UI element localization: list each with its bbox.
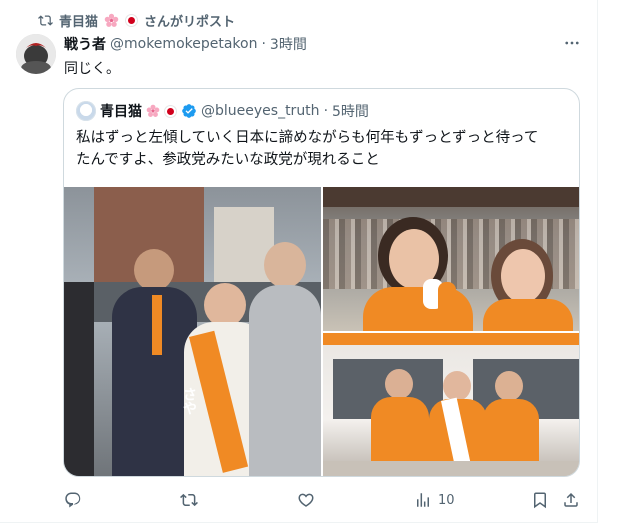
quoted-text-line-1: 私はずっと左傾していく日本に諦めながらも何年もずっとずっと待って bbox=[76, 130, 539, 146]
post-time[interactable]: 3時間 bbox=[270, 34, 307, 54]
separator-dot: · bbox=[323, 103, 329, 119]
views-button[interactable]: 10 bbox=[414, 490, 455, 510]
photo-group-van[interactable] bbox=[323, 333, 579, 476]
author-name[interactable]: 戦う者 bbox=[64, 34, 106, 54]
quoted-post-header: 青目猫 @blueeyes_truth · 5時間 bbox=[76, 101, 369, 121]
repost-button[interactable] bbox=[180, 490, 198, 510]
verified-badge-icon bbox=[182, 104, 196, 118]
share-icon bbox=[564, 492, 578, 507]
heart-icon bbox=[298, 493, 314, 507]
photo-group-street[interactable]: さや bbox=[64, 187, 321, 476]
share-button[interactable] bbox=[562, 490, 580, 510]
cherry-blossom-icon bbox=[146, 104, 160, 117]
media-grid: さや bbox=[64, 187, 579, 476]
author-handle[interactable]: @mokemokepetakon bbox=[110, 36, 257, 52]
quoted-post[interactable]: 青目猫 @blueeyes_truth · 5時間 私はずっと左傾していく日本に… bbox=[63, 88, 580, 477]
photo-selfie-crowd[interactable] bbox=[323, 187, 579, 331]
action-bar: 10 bbox=[64, 490, 580, 510]
column-border bbox=[597, 0, 598, 523]
quoted-avatar[interactable] bbox=[76, 101, 96, 121]
repost-icon bbox=[180, 493, 198, 507]
like-button[interactable] bbox=[297, 490, 315, 510]
bookmark-icon bbox=[534, 492, 546, 509]
reply-icon bbox=[65, 492, 81, 508]
reply-button[interactable] bbox=[64, 490, 82, 510]
quoted-text-line-2: たんですよ、参政党みたいな政党が現れること bbox=[76, 152, 380, 168]
quoted-post-text: 私はずっと左傾していく日本に諦めながらも何年もずっとずっと待って たんですよ、参… bbox=[76, 127, 571, 171]
quoted-author-name[interactable]: 青目猫 bbox=[100, 101, 142, 121]
bookmark-button[interactable] bbox=[531, 490, 549, 510]
japan-flag-icon bbox=[125, 13, 139, 27]
analytics-icon bbox=[417, 493, 429, 507]
separator-dot: · bbox=[261, 36, 266, 52]
repost-user-name: 青目猫 bbox=[59, 14, 99, 30]
post-header: 戦う者 @mokemokepetakon · 3時間 bbox=[64, 34, 307, 54]
post-text: 同じく。 bbox=[64, 61, 120, 77]
repost-indicator[interactable]: 青目猫 さんがリポスト bbox=[38, 11, 236, 30]
avatar[interactable] bbox=[16, 34, 56, 74]
avatar-image bbox=[16, 34, 56, 74]
repost-suffix: さんがリポスト bbox=[144, 14, 236, 30]
sash-text: さや bbox=[181, 387, 197, 415]
more-options-icon[interactable] bbox=[563, 34, 581, 52]
repost-icon bbox=[38, 14, 53, 26]
japan-flag-icon bbox=[164, 104, 177, 118]
quoted-author-handle[interactable]: @blueeyes_truth bbox=[201, 103, 320, 119]
cherry-blossom-icon bbox=[104, 13, 119, 27]
views-count: 10 bbox=[438, 492, 455, 508]
quoted-post-time[interactable]: 5時間 bbox=[332, 101, 369, 121]
